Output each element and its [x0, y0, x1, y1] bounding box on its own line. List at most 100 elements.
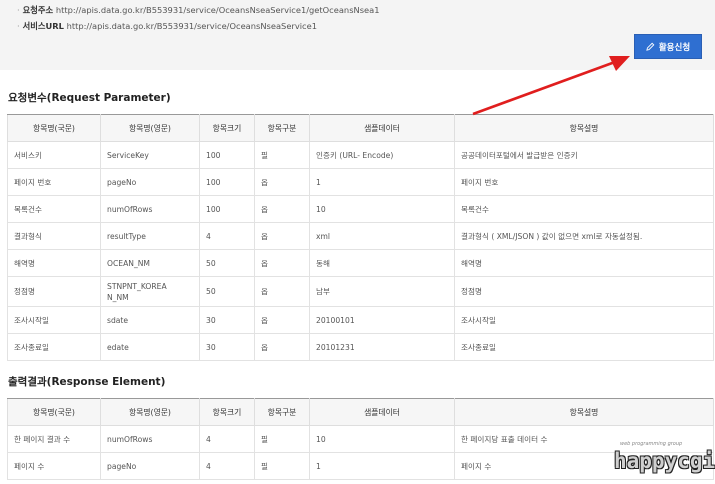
column-header: 항목크기 [199, 114, 255, 142]
table-cell: numOfRows [100, 195, 200, 223]
column-header: 항목설명 [454, 114, 714, 142]
table-cell: 100 [199, 195, 255, 223]
table-cell: 목록건수 [454, 195, 714, 223]
table-cell: numOfRows [100, 425, 200, 453]
table-cell: 옵 [254, 276, 310, 307]
table-cell: 페이지 번호 [7, 168, 101, 196]
response-section-title: 출력결과(Response Element) [8, 376, 166, 388]
table-cell: 1 [309, 168, 455, 196]
column-header: 항목명(국문) [7, 398, 101, 426]
table-cell: xml [309, 222, 455, 250]
table-cell: resultType [100, 222, 200, 250]
table-cell: STNPNT_KOREAN_NM [100, 276, 200, 307]
table-cell: pageNo [100, 452, 200, 480]
table-cell: 서비스키 [7, 141, 101, 169]
watermark-subtitle: web programming group [620, 441, 683, 447]
table-cell: 해역명 [454, 249, 714, 277]
table-cell: 조사종료일 [7, 333, 101, 361]
table-cell: 4 [199, 425, 255, 453]
table-row: 목록건수 numOfRows 100 옵 10 목록건수 [7, 195, 714, 223]
table-cell: 목록건수 [7, 195, 101, 223]
table-cell: 1 [309, 452, 455, 480]
table-cell: 30 [199, 306, 255, 334]
column-header: 항목명(국문) [7, 114, 101, 142]
request-section-title: 요청변수(Request Parameter) [8, 92, 171, 104]
table-row: 페이지 수 pageNo 4 필 1 페이지 수 [7, 452, 714, 480]
table-row: 해역명 OCEAN_NM 50 옵 동해 해역명 [7, 249, 714, 277]
table-cell: 50 [199, 249, 255, 277]
table-cell: OCEAN_NM [100, 249, 200, 277]
table-cell: ServiceKey [100, 141, 200, 169]
table-cell: 100 [199, 168, 255, 196]
table-cell: 페이지 수 [7, 452, 101, 480]
table-row: 결과형식 resultType 4 옵 xml 결과형식 ( XML/JSON ) 값이 … [7, 222, 714, 250]
table-cell: 필 [254, 425, 310, 453]
table-cell: 조사종료일 [454, 333, 714, 361]
service-url-row: · 서비스URL http://apis.data.go.kr/B553931/s… [17, 20, 317, 32]
table-cell: 결과형식 [7, 222, 101, 250]
column-header: 항목명(영문) [100, 114, 200, 142]
column-header: 항목설명 [454, 398, 714, 426]
table-cell: 50 [199, 276, 255, 307]
table-cell: pageNo [100, 168, 200, 196]
column-header: 항목구분 [254, 398, 310, 426]
apply-button-label: 활용신청 [658, 42, 691, 53]
table-cell: 옵 [254, 222, 310, 250]
table-header-row: 항목명(국문) 항목명(영문) 항목크기 항목구분 샘플데이터 항목설명 [7, 398, 714, 426]
api-info-box: · 요청주소 http://apis.data.go.kr/B553931/ser… [0, 0, 715, 70]
column-header: 항목명(영문) [100, 398, 200, 426]
table-cell: 20101231 [309, 333, 455, 361]
table-cell: 옵 [254, 168, 310, 196]
table-cell: 정점명 [454, 276, 714, 307]
table-row: 서비스키 ServiceKey 100 필 인증키 (URL- Encode) 공공데이터… [7, 141, 714, 169]
table-cell: 30 [199, 333, 255, 361]
column-header: 항목구분 [254, 114, 310, 142]
column-header: 항목크기 [199, 398, 255, 426]
table-row: 한 페이지 결과 수 numOfRows 4 필 10 한 페이지당 표출 데이터 수 [7, 425, 714, 453]
table-cell: 100 [199, 141, 255, 169]
service-url-value: http://apis.data.go.kr/B553931/service/O… [66, 21, 317, 31]
table-cell: 옵 [254, 333, 310, 361]
request-parameter-table: 항목명(국문) 항목명(영문) 항목크기 항목구분 샘플데이터 항목설명 서비스키 Serv… [7, 114, 714, 361]
table-cell: 필 [254, 141, 310, 169]
table-cell: 4 [199, 222, 255, 250]
table-cell: 동해 [309, 249, 455, 277]
apply-button[interactable]: 활용신청 [634, 34, 702, 59]
table-cell: 옵 [254, 306, 310, 334]
table-cell: 10 [309, 425, 455, 453]
table-cell: 필 [254, 452, 310, 480]
table-row: 페이지 번호 pageNo 100 옵 1 페이지 번호 [7, 168, 714, 196]
table-cell: 결과형식 ( XML/JSON ) 값이 없으면 xml로 자동설정됨. [454, 222, 714, 250]
table-row: 조사종료일 edate 30 옵 20101231 조사종료일 [7, 333, 714, 361]
table-header-row: 항목명(국문) 항목명(영문) 항목크기 항목구분 샘플데이터 항목설명 [7, 114, 714, 142]
table-cell: 정점명 [7, 276, 101, 307]
request-url-row: · 요청주소 http://apis.data.go.kr/B553931/ser… [17, 4, 380, 16]
table-cell: 4 [199, 452, 255, 480]
table-cell: 인증키 (URL- Encode) [309, 141, 455, 169]
bullet: · [17, 5, 20, 15]
request-url-value: http://apis.data.go.kr/B553931/service/O… [55, 5, 380, 15]
column-header: 샘플데이터 [309, 398, 455, 426]
table-cell: 옵 [254, 195, 310, 223]
request-url-label: 요청주소 [22, 5, 54, 15]
table-cell: 해역명 [7, 249, 101, 277]
table-row: 정점명 STNPNT_KOREAN_NM 50 옵 남부 정점명 [7, 276, 714, 307]
response-element-table: 항목명(국문) 항목명(영문) 항목크기 항목구분 샘플데이터 항목설명 한 페이지 결과… [7, 398, 714, 480]
table-cell: edate [100, 333, 200, 361]
pencil-icon [646, 42, 655, 51]
table-cell: 옵 [254, 249, 310, 277]
table-cell: 한 페이지 결과 수 [7, 425, 101, 453]
table-cell: 조사시작일 [7, 306, 101, 334]
table-cell: sdate [100, 306, 200, 334]
watermark-logo: happycgi [614, 449, 715, 473]
table-cell: 남부 [309, 276, 455, 307]
table-cell: 10 [309, 195, 455, 223]
table-row: 조사시작일 sdate 30 옵 20100101 조사시작일 [7, 306, 714, 334]
service-url-label: 서비스URL [22, 21, 64, 31]
table-cell: 페이지 번호 [454, 168, 714, 196]
bullet: · [17, 21, 20, 31]
table-cell: 20100101 [309, 306, 455, 334]
table-cell: 공공데이터포털에서 발급받은 인증키 [454, 141, 714, 169]
column-header: 샘플데이터 [309, 114, 455, 142]
table-cell: 조사시작일 [454, 306, 714, 334]
